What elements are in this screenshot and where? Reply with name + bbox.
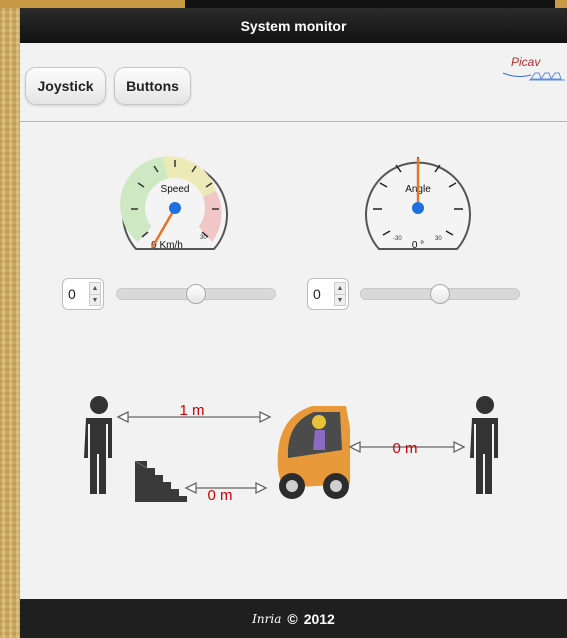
angle-gauge-readout: 0 °	[412, 240, 424, 251]
picav-logo: Picav	[502, 55, 565, 81]
picav-vehicle-icon	[277, 406, 350, 499]
buttons-button-label: Buttons	[126, 78, 179, 94]
angle-gauge: Angle -30 30 0 °	[365, 157, 471, 251]
stairs-icon	[134, 460, 187, 502]
angle-slider[interactable]	[360, 284, 520, 304]
speed-stepper-down-icon[interactable]: ▼	[90, 295, 100, 306]
angle-needle-hub	[412, 202, 424, 214]
front-distance-label: 0 m	[392, 440, 417, 457]
speed-slider-thumb[interactable]	[186, 284, 206, 304]
speed-gauge-title: Speed	[161, 184, 190, 195]
speed-gauge-max-label: 30	[200, 235, 207, 241]
angle-stepper-down-icon[interactable]: ▼	[335, 295, 345, 306]
speed-stepper-arrows[interactable]: ▲ ▼	[89, 282, 101, 306]
app-header: System monitor	[20, 8, 567, 43]
copyright-symbol: ©	[287, 610, 298, 627]
top-border-band	[0, 0, 567, 8]
angle-stepper-value: 0	[313, 286, 321, 302]
angle-stepper-arrows[interactable]: ▲ ▼	[334, 282, 346, 306]
speed-stepper[interactable]: 0 ▲ ▼	[62, 278, 104, 310]
page-title: System monitor	[240, 17, 347, 34]
buttons-button[interactable]: Buttons	[114, 67, 191, 105]
speed-stepper-up-icon[interactable]: ▲	[90, 283, 100, 295]
rear-distance-label: 1 m	[179, 402, 204, 419]
system-monitor-app: System monitor Joystick Buttons Picav Sp…	[20, 8, 567, 638]
toolbar: Joystick Buttons Picav	[20, 43, 567, 121]
speed-slider[interactable]	[116, 284, 276, 304]
joystick-button-label: Joystick	[37, 78, 94, 94]
angle-gauge-min-label: -30	[393, 236, 402, 242]
app-footer: Inria © 2012	[20, 599, 567, 638]
toolbar-divider	[20, 121, 567, 122]
speed-stepper-value: 0	[68, 286, 76, 302]
copyright-year: 2012	[303, 610, 335, 627]
rear-person-icon	[84, 396, 112, 494]
stairs-distance-label: 0 m	[207, 487, 232, 504]
inria-logo: Inria	[252, 611, 282, 626]
angle-gauge-max-label: 30	[435, 236, 442, 242]
distance-scene: 1 m 0 m 0 m	[84, 396, 498, 504]
angle-stepper-up-icon[interactable]: ▲	[335, 283, 345, 295]
front-person-icon	[470, 396, 498, 494]
logo-vehicles-icon	[529, 72, 565, 81]
joystick-button[interactable]: Joystick	[25, 67, 106, 105]
angle-stepper[interactable]: 0 ▲ ▼	[307, 278, 349, 310]
speed-needle-hub	[169, 202, 181, 214]
logo-text: Picav	[511, 55, 541, 69]
speed-gauge: Speed 30 0 Km/h	[120, 156, 228, 251]
angle-slider-thumb[interactable]	[430, 284, 450, 304]
